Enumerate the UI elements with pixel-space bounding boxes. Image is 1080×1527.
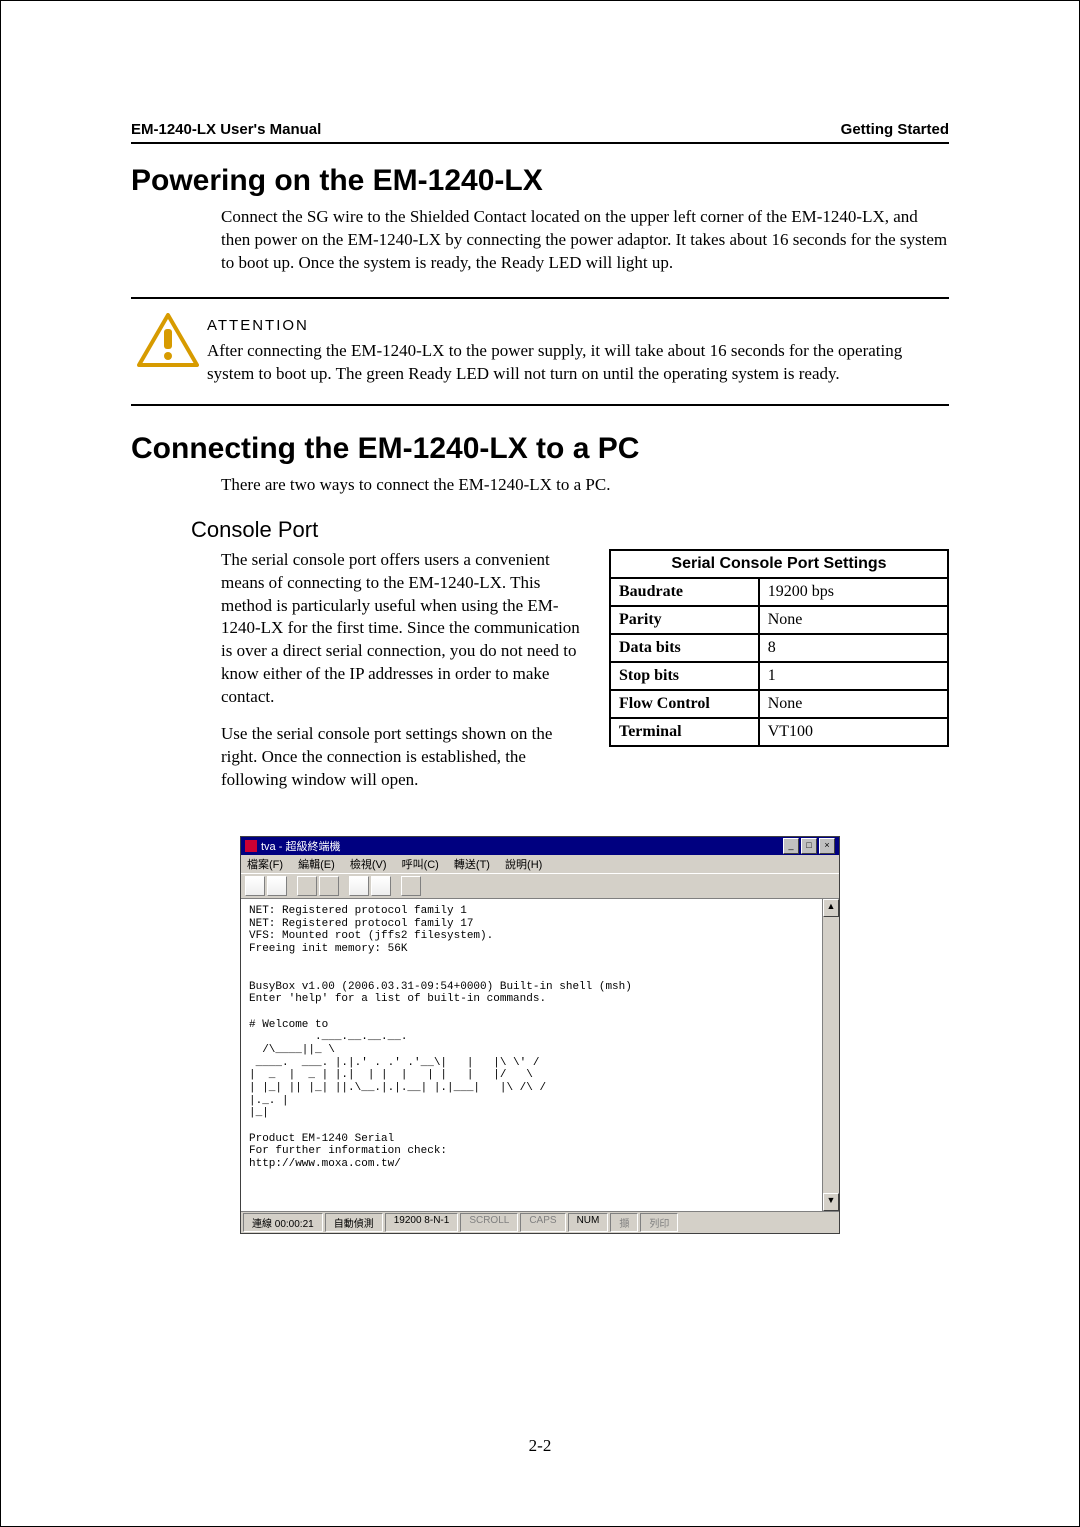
- terminal-screenshot: tva - 超級終端機 _ □ × 檔案(F) 編輯(E) 檢視(V) 呼叫(C…: [240, 836, 840, 1234]
- settings-label: Parity: [610, 606, 759, 634]
- warning-icon: [137, 313, 199, 369]
- console-para-1: The serial console port offers users a c…: [221, 549, 591, 710]
- terminal-output: NET: Registered protocol family 1 NET: R…: [241, 899, 822, 1211]
- settings-label: Flow Control: [610, 690, 759, 718]
- connect-icon[interactable]: [297, 876, 317, 896]
- settings-value: 1: [759, 662, 948, 690]
- attention-box: ATTENTION After connecting the EM-1240-L…: [131, 297, 949, 406]
- settings-label: Terminal: [610, 718, 759, 746]
- section-connecting-body: There are two ways to connect the EM-124…: [221, 474, 949, 497]
- menu-item[interactable]: 呼叫(C): [402, 859, 439, 871]
- status-print: 列印: [640, 1213, 678, 1232]
- header-rule: [131, 142, 949, 144]
- menu-item[interactable]: 檔案(F): [247, 859, 283, 871]
- status-capture: 擷: [610, 1213, 638, 1232]
- scrollbar[interactable]: ▲ ▼: [822, 899, 839, 1211]
- scroll-up-icon[interactable]: ▲: [823, 899, 839, 917]
- terminal-statusbar: 連線 00:00:21 自動偵測 19200 8-N-1 SCROLL CAPS…: [241, 1211, 839, 1233]
- settings-value: 8: [759, 634, 948, 662]
- maximize-icon[interactable]: □: [801, 838, 817, 854]
- console-para-2: Use the serial console port settings sho…: [221, 723, 591, 792]
- terminal-titlebar: tva - 超級終端機 _ □ ×: [241, 837, 839, 855]
- status-num: NUM: [568, 1213, 609, 1232]
- new-icon[interactable]: [245, 876, 265, 896]
- section-powering-body: Connect the SG wire to the Shielded Cont…: [221, 206, 949, 275]
- send-icon[interactable]: [349, 876, 369, 896]
- settings-label: Stop bits: [610, 662, 759, 690]
- manual-title: EM-1240-LX User's Manual: [131, 121, 321, 138]
- subsection-console-title: Console Port: [191, 517, 949, 543]
- table-row: Terminal VT100: [610, 718, 948, 746]
- page-header: EM-1240-LX User's Manual Getting Started: [131, 121, 949, 138]
- table-row: Parity None: [610, 606, 948, 634]
- menu-item[interactable]: 轉送(T): [454, 859, 490, 871]
- open-icon[interactable]: [267, 876, 287, 896]
- status-detect: 自動偵測: [325, 1213, 383, 1232]
- menu-item[interactable]: 檢視(V): [350, 859, 387, 871]
- settings-value: None: [759, 690, 948, 718]
- attention-title: ATTENTION: [207, 317, 943, 334]
- status-caps: CAPS: [520, 1213, 565, 1232]
- status-time: 連線 00:00:21: [243, 1213, 323, 1232]
- terminal-toolbar: [241, 873, 839, 899]
- settings-label: Baudrate: [610, 578, 759, 606]
- attention-body: After connecting the EM-1240-LX to the p…: [207, 340, 943, 386]
- receive-icon[interactable]: [371, 876, 391, 896]
- terminal-title-text: tva - 超級終端機: [261, 838, 783, 854]
- status-scroll: SCROLL: [460, 1213, 518, 1232]
- properties-icon[interactable]: [401, 876, 421, 896]
- section-connecting-title: Connecting the EM-1240-LX to a PC: [131, 432, 949, 466]
- settings-title: Serial Console Port Settings: [610, 550, 948, 578]
- page-number: 2-2: [1, 1436, 1079, 1456]
- menu-item[interactable]: 編輯(E): [298, 859, 335, 871]
- table-row: Stop bits 1: [610, 662, 948, 690]
- table-row: Flow Control None: [610, 690, 948, 718]
- serial-settings-table: Serial Console Port Settings Baudrate 19…: [609, 549, 949, 747]
- scroll-down-icon[interactable]: ▼: [823, 1193, 839, 1211]
- table-row: Baudrate 19200 bps: [610, 578, 948, 606]
- terminal-menubar: 檔案(F) 編輯(E) 檢視(V) 呼叫(C) 轉送(T) 說明(H): [241, 855, 839, 873]
- settings-value: 19200 bps: [759, 578, 948, 606]
- settings-value: None: [759, 606, 948, 634]
- minimize-icon[interactable]: _: [783, 838, 799, 854]
- close-icon[interactable]: ×: [819, 838, 835, 854]
- chapter-title: Getting Started: [841, 121, 949, 138]
- status-conn: 19200 8-N-1: [385, 1213, 459, 1232]
- menu-item[interactable]: 說明(H): [505, 859, 542, 871]
- disconnect-icon[interactable]: [319, 876, 339, 896]
- settings-value: VT100: [759, 718, 948, 746]
- settings-label: Data bits: [610, 634, 759, 662]
- section-powering-title: Powering on the EM-1240-LX: [131, 164, 949, 198]
- app-icon: [245, 840, 257, 852]
- table-row: Data bits 8: [610, 634, 948, 662]
